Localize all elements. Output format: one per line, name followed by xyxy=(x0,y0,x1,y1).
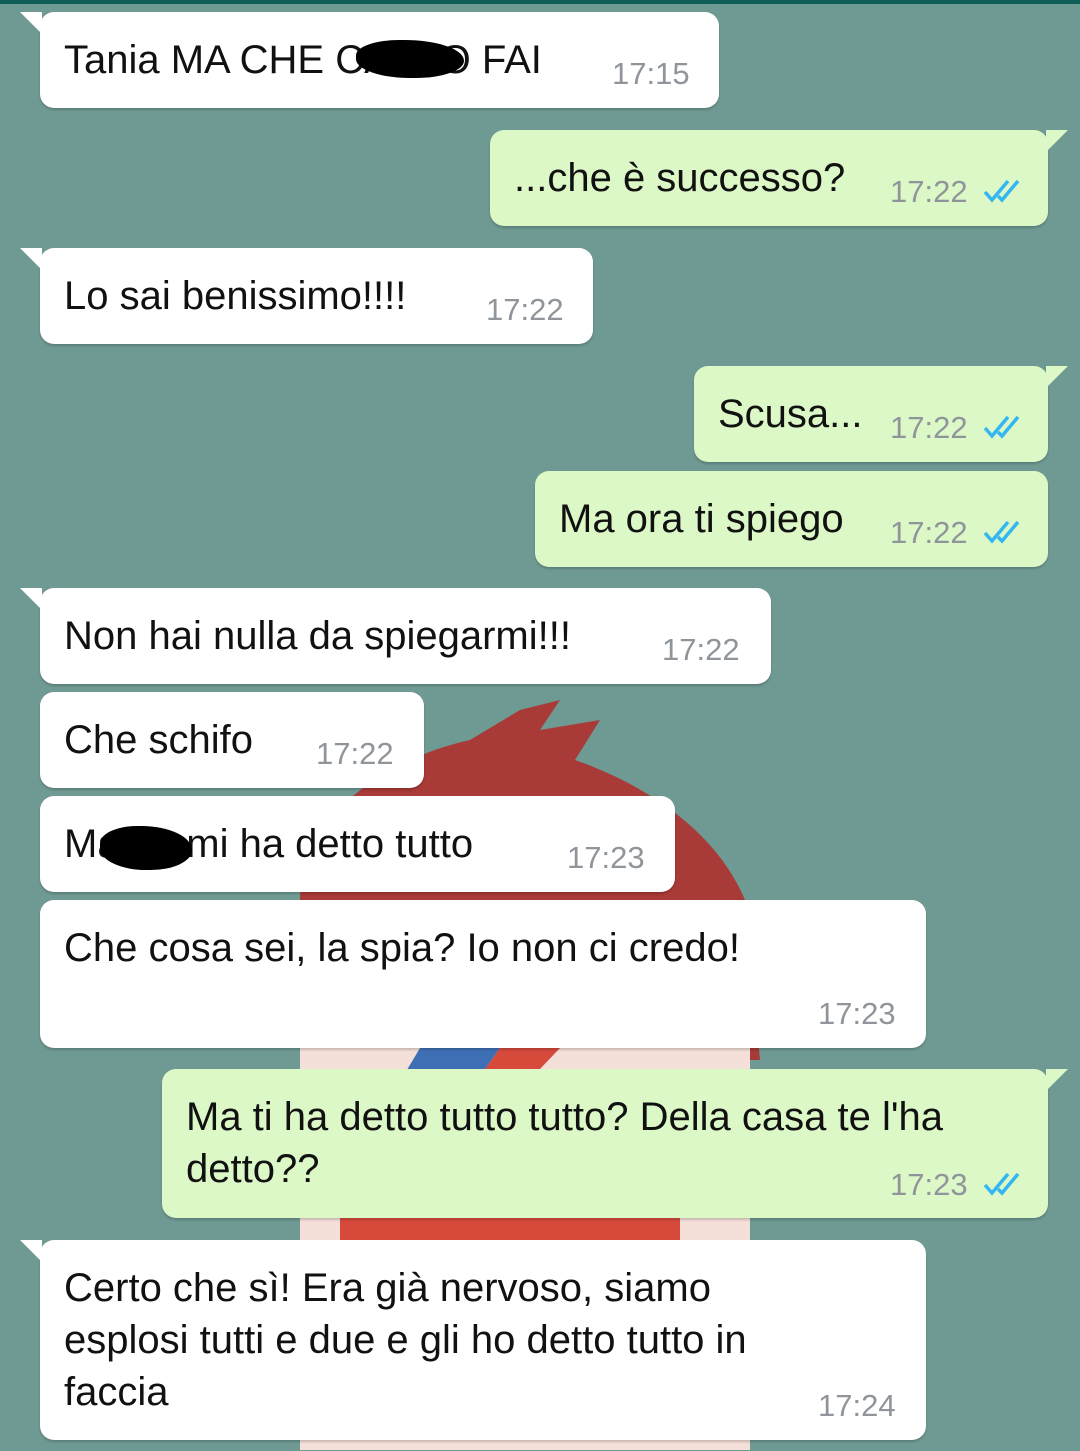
read-receipt-icon xyxy=(983,415,1020,439)
message-bubble-outgoing[interactable]: Ma ti ha detto tutto tutto? Della casa t… xyxy=(162,1069,1068,1218)
message-timestamp: 17:23 xyxy=(567,840,645,875)
message-bubble-outgoing[interactable]: Ma ora ti spiego 17:22 xyxy=(535,471,1048,567)
message-text: Certo che sì! Era già nervoso, siamo esp… xyxy=(64,1266,747,1414)
message-timestamp: 17:22 xyxy=(316,736,394,771)
read-receipt-icon xyxy=(983,520,1020,544)
message-text: Non hai nulla da spiegarmi!!! xyxy=(64,614,571,658)
message-timestamp: 17:24 xyxy=(818,1388,896,1423)
message-text: Ma ti ha detto tutto tutto? Della casa t… xyxy=(186,1095,943,1191)
message-bubble-outgoing[interactable]: ...che è successo? 17:22 xyxy=(490,130,1068,226)
message-bubble-incoming[interactable]: Lo sai benissimo!!!! 17:22 xyxy=(20,248,593,344)
message-text: Ma ora ti spiego xyxy=(559,497,844,541)
message-timestamp: 17:22 xyxy=(890,410,968,445)
message-text: Tania MA CHE CAZZO FAI xyxy=(64,38,542,82)
message-bubble-incoming[interactable]: Che schifo 17:22 xyxy=(40,692,424,788)
redaction-mark xyxy=(100,826,192,870)
message-bubble-outgoing[interactable]: Scusa... 17:22 xyxy=(694,366,1068,462)
message-timestamp: 17:22 xyxy=(890,515,968,550)
message-timestamp: 17:22 xyxy=(662,632,740,667)
message-bubble-incoming[interactable]: Che cosa sei, la spia? Io non ci credo! … xyxy=(40,900,926,1048)
redaction-mark xyxy=(356,40,464,78)
message-text: Scusa... xyxy=(718,392,863,436)
read-receipt-icon xyxy=(983,1172,1020,1196)
message-timestamp: 17:23 xyxy=(890,1167,968,1202)
message-timestamp: 17:22 xyxy=(486,292,564,327)
message-text: ...che è successo? xyxy=(514,156,846,200)
message-bubble-incoming[interactable]: Non hai nulla da spiegarmi!!! 17:22 xyxy=(20,588,771,684)
message-text: Che cosa sei, la spia? Io non ci credo! xyxy=(64,926,740,970)
message-timestamp: 17:22 xyxy=(890,174,968,209)
message-timestamp: 17:15 xyxy=(612,56,690,91)
read-receipt-icon xyxy=(983,179,1020,203)
message-text: Che schifo xyxy=(64,718,253,762)
message-bubble-incoming[interactable]: Certo che sì! Era già nervoso, siamo esp… xyxy=(20,1240,926,1440)
message-text: Lo sai benissimo!!!! xyxy=(64,274,407,318)
message-timestamp: 17:23 xyxy=(818,996,896,1031)
